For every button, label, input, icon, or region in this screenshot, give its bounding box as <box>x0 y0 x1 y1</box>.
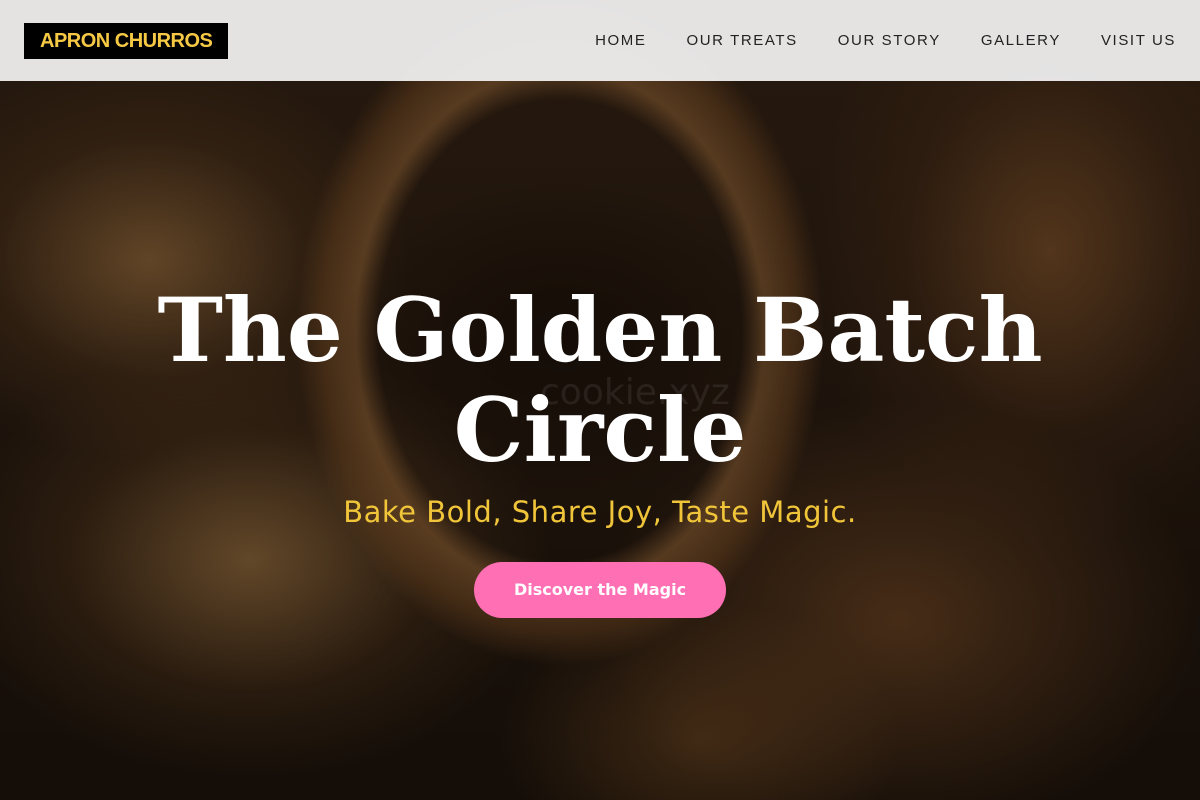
hero-title: The Golden Batch Circle <box>157 278 1043 482</box>
nav-item-home[interactable]: HOME <box>595 32 646 49</box>
nav-item-our-treats[interactable]: OUR TREATS <box>686 32 797 49</box>
nav-item-our-story[interactable]: OUR STORY <box>838 32 941 49</box>
nav-item-gallery[interactable]: GALLERY <box>981 32 1061 49</box>
hero-subtitle: Bake Bold, Share Joy, Taste Magic. <box>343 495 857 529</box>
site-logo[interactable]: APRON CHURROS <box>24 22 229 59</box>
discover-magic-button[interactable]: Discover the Magic <box>473 562 727 618</box>
landing-page: APRON CHURROS HOME OUR TREATS OUR STORY … <box>0 0 1200 800</box>
hero-section: The Golden Batch Circle Bake Bold, Share… <box>0 280 1200 618</box>
site-header: APRON CHURROS HOME OUR TREATS OUR STORY … <box>0 0 1200 81</box>
nav-item-visit-us[interactable]: VISIT US <box>1101 32 1176 49</box>
main-nav: HOME OUR TREATS OUR STORY GALLERY VISIT … <box>555 32 1176 49</box>
